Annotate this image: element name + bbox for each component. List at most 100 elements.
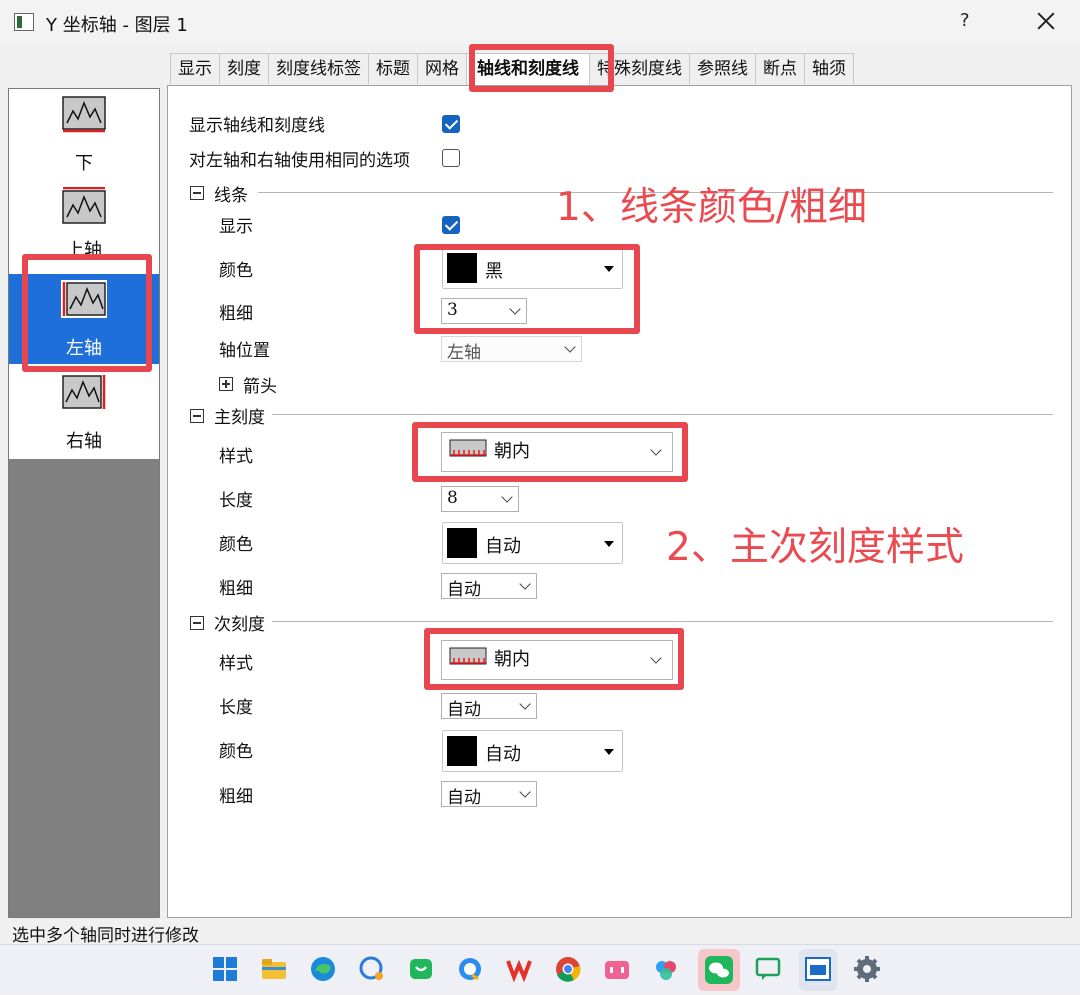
chevron-down-icon <box>519 578 531 590</box>
tab-line-and-ticks[interactable]: 轴线和刻度线 <box>466 53 590 86</box>
help-button[interactable]: ? <box>960 10 970 31</box>
major-length-value: 8 <box>447 488 458 508</box>
tab-rug[interactable]: 轴须 <box>804 53 854 84</box>
edge-icon[interactable] <box>309 955 337 983</box>
minor-color-swatch <box>447 736 477 766</box>
major-color-picker[interactable]: 自动 <box>442 522 623 564</box>
line-section-collapse-icon[interactable] <box>190 186 204 200</box>
arrow-label: 箭头 <box>243 377 277 397</box>
major-tick-section-title: 主刻度 <box>214 408 265 428</box>
close-button[interactable] <box>1030 6 1062 38</box>
tab-reference-lines[interactable]: 参照线 <box>689 53 756 84</box>
show-axis-ticks-checkbox[interactable] <box>442 115 460 133</box>
annotation-line-color-thickness: 1、线条颜色/粗细 <box>556 185 867 230</box>
major-style-label: 样式 <box>219 447 253 467</box>
dropdown-arrow-icon <box>604 266 614 272</box>
app-icon <box>14 13 34 31</box>
axis-item-left[interactable]: 左轴 <box>9 274 159 364</box>
line-show-checkbox[interactable] <box>442 216 460 234</box>
wps-icon[interactable] <box>505 955 533 983</box>
file-explorer-icon[interactable] <box>260 955 288 983</box>
chevron-down-icon <box>650 652 662 664</box>
title-bar: Y 坐标轴 - 图层 1 ? <box>0 0 1080 46</box>
minor-length-value: 自动 <box>447 700 481 720</box>
wechat-icon[interactable] <box>698 949 740 991</box>
minor-color-value: 自动 <box>485 744 521 765</box>
tab-title[interactable]: 标题 <box>368 53 418 84</box>
minor-thickness-select[interactable]: 自动 <box>441 781 537 808</box>
dropdown-arrow-icon <box>604 749 614 755</box>
axis-item-top[interactable]: 上轴 <box>9 181 159 271</box>
major-color-value: 自动 <box>485 536 521 557</box>
tick-style-icon <box>449 647 487 665</box>
major-color-label: 颜色 <box>219 535 253 555</box>
tab-grid[interactable]: 网格 <box>417 53 467 84</box>
line-color-value: 黑 <box>485 261 503 282</box>
line-color-label: 颜色 <box>219 261 253 281</box>
taskbar <box>0 944 1080 994</box>
chevron-down-icon <box>509 303 521 315</box>
line-thickness-label: 粗细 <box>219 304 253 324</box>
major-color-swatch <box>447 528 477 558</box>
dropdown-arrow-icon <box>604 541 614 547</box>
minor-style-value: 朝内 <box>494 649 530 670</box>
minor-color-picker[interactable]: 自动 <box>442 730 623 772</box>
major-style-select[interactable]: 朝内 <box>441 432 673 472</box>
chevron-down-icon <box>519 786 531 798</box>
left-axis-icon <box>61 280 107 318</box>
axis-label-bottom: 下 <box>75 153 93 174</box>
settings-icon[interactable] <box>853 955 881 983</box>
chrome-icon[interactable] <box>554 955 582 983</box>
feedback-icon[interactable] <box>754 955 782 983</box>
minor-style-select[interactable]: 朝内 <box>441 640 673 680</box>
minor-length-select[interactable]: 自动 <box>441 693 537 720</box>
tab-display[interactable]: 显示 <box>170 53 220 84</box>
bilibili-icon[interactable] <box>603 955 631 983</box>
major-length-select[interactable]: 8 <box>441 486 519 512</box>
arrow-section-expand-icon[interactable] <box>219 377 233 391</box>
major-thickness-label: 粗细 <box>219 579 253 599</box>
minor-color-label: 颜色 <box>219 742 253 762</box>
axis-item-bottom[interactable]: 下 <box>9 89 159 179</box>
tab-scale[interactable]: 刻度 <box>219 53 269 84</box>
origin-icon[interactable] <box>799 949 837 991</box>
axis-label-top: 上轴 <box>66 240 102 261</box>
line-show-label: 显示 <box>219 217 253 237</box>
chevron-down-icon <box>650 444 662 456</box>
minor-tick-section-collapse-icon[interactable] <box>190 616 204 630</box>
top-axis-icon <box>62 187 106 224</box>
windows-start-icon[interactable] <box>211 955 239 983</box>
axis-position-label: 轴位置 <box>219 341 270 361</box>
major-thickness-select[interactable]: 自动 <box>441 573 537 600</box>
minor-thickness-label: 粗细 <box>219 787 253 807</box>
qq-browser-icon[interactable] <box>456 955 484 983</box>
line-thickness-select[interactable]: 3 <box>441 298 527 324</box>
major-thickness-value: 自动 <box>447 580 481 600</box>
major-tick-section-collapse-icon[interactable] <box>190 409 204 423</box>
same-options-checkbox[interactable] <box>442 149 460 167</box>
minor-tick-section-title: 次刻度 <box>214 615 265 635</box>
messages-icon[interactable] <box>407 955 435 983</box>
bottom-axis-icon <box>62 96 106 133</box>
line-color-swatch <box>447 253 477 283</box>
axis-position-value: 左轴 <box>447 343 481 363</box>
tab-bar: 显示 刻度 刻度线标签 标题 网格 轴线和刻度线 特殊刻度线 参照线 断点 轴须 <box>170 53 854 86</box>
line-color-picker[interactable]: 黑 <box>442 247 623 289</box>
baidu-netdisk-icon[interactable] <box>652 955 680 983</box>
status-text: 选中多个轴同时进行修改 <box>12 926 199 946</box>
minor-thickness-value: 自动 <box>447 788 481 808</box>
axis-item-right[interactable]: 右轴 <box>9 367 159 457</box>
tab-breaks[interactable]: 断点 <box>755 53 805 84</box>
line-thickness-value: 3 <box>447 300 458 320</box>
tick-style-icon <box>449 439 487 457</box>
show-axis-ticks-label: 显示轴线和刻度线 <box>189 116 325 136</box>
minor-style-label: 样式 <box>219 654 253 674</box>
tab-special-ticks[interactable]: 特殊刻度线 <box>589 53 690 84</box>
same-options-label: 对左轴和右轴使用相同的选项 <box>189 151 410 171</box>
axis-position-select[interactable]: 左轴 <box>441 336 582 363</box>
chat-icon[interactable] <box>358 955 386 983</box>
line-section-title: 线条 <box>214 186 248 206</box>
axis-navigator: 下 上轴 左轴 右轴 <box>8 88 160 918</box>
tab-tick-labels[interactable]: 刻度线标签 <box>268 53 369 84</box>
chevron-down-icon <box>501 491 513 503</box>
